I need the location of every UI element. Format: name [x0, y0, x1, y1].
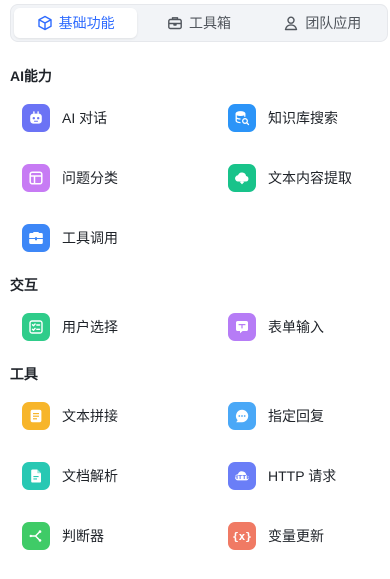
file-icon	[22, 462, 50, 490]
chat-bubble-icon	[228, 402, 256, 430]
node-kb-search[interactable]: 知识库搜索	[228, 102, 390, 134]
node-label: 文本内容提取	[268, 170, 352, 186]
robot-icon	[22, 104, 50, 132]
http-icon: HTTP	[228, 462, 256, 490]
section-title-interact: 交互	[10, 277, 38, 293]
node-label: 工具调用	[62, 230, 118, 246]
node-tool-call[interactable]: 工具调用	[22, 222, 202, 254]
user-icon	[285, 16, 298, 31]
tab-label: 工具箱	[188, 15, 231, 31]
checklist-icon	[22, 313, 50, 341]
cloud-extract-icon	[228, 164, 256, 192]
node-doc-parse[interactable]: 文档解析	[22, 460, 202, 492]
layout-icon	[22, 164, 50, 192]
node-question-classify[interactable]: 问题分类	[22, 162, 202, 194]
node-label: AI 对话	[62, 110, 108, 126]
node-form-input[interactable]: 表单输入	[228, 311, 390, 343]
node-fixed-reply[interactable]: 指定回复	[228, 400, 390, 432]
node-label: 指定回复	[268, 408, 324, 424]
node-label: 用户选择	[62, 319, 118, 335]
node-label: 判断器	[62, 528, 104, 544]
tab-bar: 基础功能 工具箱 团队应用	[10, 4, 388, 42]
toolbox-icon	[22, 224, 50, 252]
node-label: 文档解析	[62, 468, 118, 484]
tab-toolbox[interactable]: 工具箱	[137, 8, 260, 38]
node-variable-update[interactable]: {x} 变量更新	[228, 520, 390, 552]
database-search-icon	[228, 104, 256, 132]
tab-basic[interactable]: 基础功能	[14, 8, 138, 38]
form-icon	[228, 313, 256, 341]
node-text-extract[interactable]: 文本内容提取	[228, 162, 390, 194]
node-label: 文本拼接	[62, 408, 118, 424]
section-title-tools: 工具	[10, 366, 38, 382]
node-condition[interactable]: 判断器	[22, 520, 202, 552]
section-title-ai: AI能力	[10, 68, 52, 84]
node-label: 问题分类	[62, 170, 118, 186]
node-user-select[interactable]: 用户选择	[22, 311, 202, 343]
node-ai-chat[interactable]: AI 对话	[22, 102, 202, 134]
node-text-concat[interactable]: 文本拼接	[22, 400, 202, 432]
tab-label: 基础功能	[58, 15, 115, 31]
text-doc-icon	[22, 402, 50, 430]
tab-team-apps[interactable]: 团队应用	[261, 8, 384, 38]
tab-label: 团队应用	[305, 15, 362, 31]
cube-icon	[37, 15, 52, 31]
branch-icon	[22, 522, 50, 550]
variable-icon: {x}	[228, 522, 256, 550]
node-http-request[interactable]: HTTP HTTP 请求	[228, 460, 390, 492]
toolbox-icon	[168, 17, 182, 30]
node-label: HTTP 请求	[268, 468, 337, 484]
node-label: 变量更新	[268, 528, 324, 544]
node-label: 表单输入	[268, 319, 324, 335]
node-label: 知识库搜索	[268, 110, 338, 126]
